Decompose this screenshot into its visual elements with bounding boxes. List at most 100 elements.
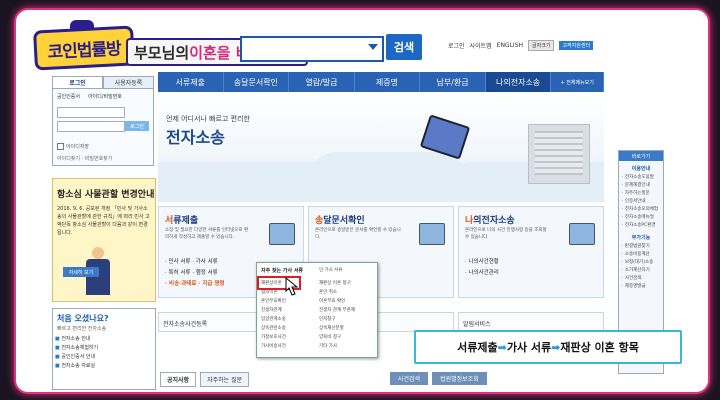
login-tabs: 로그인 사용자등록 xyxy=(52,76,154,89)
left-sidebar: 로그인 사용자등록 공인인증서 아이디/비밀번호 로그인 아이디저장 아이디찾기… xyxy=(52,76,156,390)
main-nav: 서류제출 송달문서확인 열람/발급 제증명 납부/환급 나의전자소송 + 전체메… xyxy=(158,72,605,92)
top-link-sitemap[interactable]: 사이트맵 xyxy=(470,41,492,50)
card-my-case[interactable]: 나의전자소송 온라인으로 나의 사건 진행사항 등을 조회할 수 있습니다. ·… xyxy=(458,206,604,298)
nav-item-view[interactable]: 열람/발급 xyxy=(289,72,355,92)
card-title: 서류제출 xyxy=(165,216,199,226)
nav-more[interactable]: + 전체메뉴보기 xyxy=(551,72,605,92)
secondary-bar: 전자소송사건등록 알림서비스 xyxy=(158,312,604,332)
find-links[interactable]: 아이디찾기 · 비밀번호찾기 xyxy=(57,155,112,162)
support-center-button[interactable]: 고객지원센터 xyxy=(559,41,594,50)
top-link-english[interactable]: ENGLISH xyxy=(497,42,523,49)
notice-title: 항소심 사물관할 변경안내 xyxy=(57,190,155,200)
nav-item-certificate[interactable]: 제증명 xyxy=(355,72,421,92)
case-search-button[interactable]: 사건검색 xyxy=(390,372,429,385)
quick-item[interactable]: 제증명발급 xyxy=(622,283,663,291)
card-link-row[interactable]: · 나의사건현황 xyxy=(465,257,499,268)
popup-item[interactable]: 입양관계소송 xyxy=(261,315,286,324)
nav-item-delivery[interactable]: 송달문서확인 xyxy=(224,72,290,92)
nav-item-my[interactable]: 나의전자소송 xyxy=(485,72,552,92)
popup-item[interactable]: 상속관련소송 xyxy=(261,324,286,333)
help-item[interactable]: 전자소송 안내 xyxy=(55,335,98,344)
quick-item[interactable]: 전자소송메뉴얼 xyxy=(622,214,663,222)
popup-item[interactable]: 혼인무효확인 xyxy=(261,297,286,306)
popup-header-2: 민·가사 서류 xyxy=(319,268,343,273)
tab-notice[interactable]: 공지사항 xyxy=(160,372,197,387)
tab-faq[interactable]: 자주하는 질문 xyxy=(200,372,250,387)
hero-banner: 언제 어디서나 빠르고 편리한 전자소송 xyxy=(158,92,604,202)
caption-part: 가사 서류 xyxy=(506,341,552,354)
quick-item[interactable]: 판결법원찾기 xyxy=(622,243,663,251)
popup-item[interactable]: 이혼무효 확인 xyxy=(319,297,355,306)
card-title: 송달문서확인 xyxy=(315,216,365,226)
help-title: 처음 오셨나요? xyxy=(57,314,109,323)
help-item[interactable]: 전자소송 자료실 xyxy=(55,362,98,371)
password-field[interactable] xyxy=(57,121,125,132)
popup-item[interactable]: 가사비송사건 xyxy=(261,342,286,351)
tab-login[interactable]: 로그인 xyxy=(52,76,103,89)
quick-section: 이용안내 xyxy=(631,166,651,172)
login-button[interactable]: 로그인 xyxy=(125,121,149,131)
card-desc: 온라인으로 나의 사건 진행사항 등을 조회할 수 있습니다. xyxy=(465,228,547,240)
card-link-row[interactable]: · 특허 서류 · 행정 서류 xyxy=(165,268,224,279)
quick-item[interactable]: 사건검색 xyxy=(622,275,663,283)
quick-item[interactable]: 전자소송PC환경 xyxy=(622,222,663,230)
chevron-down-icon[interactable] xyxy=(368,44,378,50)
search-input[interactable] xyxy=(240,36,384,62)
tab-id-password[interactable]: 아이디/비밀번호 xyxy=(88,93,122,100)
popup-item[interactable]: 혼인 취소 xyxy=(319,288,355,297)
card-list: · 민사 서류 · 가사 서류 · 특허 서류 · 행정 서류 · 비송·과태료… xyxy=(165,257,224,290)
popup-item[interactable]: 양육비 청구 xyxy=(319,333,355,342)
quick-item[interactable]: 문제해결안내 xyxy=(622,182,663,190)
laptop-icon xyxy=(569,223,595,245)
checkbox-icon[interactable] xyxy=(57,143,64,150)
search-button[interactable]: 검색 xyxy=(386,34,422,60)
top-link-login[interactable]: 로그인 xyxy=(448,41,465,50)
card-link-row[interactable]: · 나의사건관리 xyxy=(465,268,499,279)
popup-item[interactable]: 인지청구 xyxy=(319,315,355,324)
card-link-row[interactable]: · 민사 서류 · 가사 서류 xyxy=(165,257,224,268)
caption-part: 재판상 이혼 항목 xyxy=(560,341,639,354)
arrow-icon: ➡ xyxy=(497,340,507,354)
show-logo: 코인법률방 xyxy=(33,20,135,71)
save-id-checkbox[interactable]: 아이디저장 xyxy=(57,143,89,150)
notice-banner[interactable]: 항소심 사물관할 변경안내 2016. 9. 6. 공포된 개정 「민사 및 가… xyxy=(52,178,156,302)
subtitle-pre: 부모님의 xyxy=(134,43,190,62)
nav-item-payment[interactable]: 납부/환급 xyxy=(420,72,486,92)
popup-header: 자주 찾는 가사 서류 xyxy=(261,268,304,274)
notice-text: 2016. 9. 6. 공포된 개정 「민사 및 가사소송의 사물관할에 관한 … xyxy=(57,206,150,236)
caption-part: 서류제출 xyxy=(457,341,498,354)
quick-item[interactable]: 보정(대기)소송 xyxy=(622,259,663,267)
quick-item[interactable]: 인증서안내 xyxy=(622,198,663,206)
popup-item[interactable]: 가정보호사건 xyxy=(261,333,286,342)
alert-service-box[interactable]: 알림서비스 xyxy=(458,312,604,332)
quick-item[interactable]: 소가계산하기 xyxy=(622,267,663,275)
quick-item[interactable]: 자주하는질문 xyxy=(622,190,663,198)
hero-title: 전자소송 xyxy=(166,128,225,147)
card-link-row[interactable]: · 비송·과태료 · 지급 명령 xyxy=(165,279,224,290)
popup-item[interactable]: 상속재산분할 xyxy=(319,324,355,333)
computer-icon xyxy=(269,223,295,245)
quick-item[interactable]: 전자소송도움말 xyxy=(622,174,663,182)
top-links: 로그인 사이트맵 ENGLISH 글자크기 고객지원센터 xyxy=(448,40,594,51)
court-building-icon xyxy=(528,124,590,184)
nav-item-submit[interactable]: 서류제출 xyxy=(158,72,224,92)
tab-certificate[interactable]: 공인인증서 xyxy=(57,93,80,100)
family-docs-popup: 자주 찾는 가사 서류 민·가사 서류 재판상이혼 협의이혼 혼인무효확인 친생… xyxy=(256,262,378,358)
popup-item[interactable]: 친생자 관계 부존재 xyxy=(319,306,355,315)
tab-register[interactable]: 사용자등록 xyxy=(103,76,154,89)
popup-col2: 재판상 이혼 청구 혼인 취소 이혼무효 확인 친생자 관계 부존재 인지청구 … xyxy=(319,279,355,351)
popup-item[interactable]: 재판상 이혼 청구 xyxy=(319,279,355,288)
help-item[interactable]: 전자소송체험하기 xyxy=(55,344,98,353)
help-item[interactable]: 공인인증서 안내 xyxy=(55,353,98,362)
popup-item[interactable]: 기타 가사 xyxy=(319,342,355,351)
card-desc: 소장 및 필요한 다양한 서류를 인터넷으로 편리하게 작성하고 제출할 수 있… xyxy=(165,228,249,240)
quick-item[interactable]: 전자소송모의체험 xyxy=(622,206,663,214)
font-size-button[interactable]: 글자크기 xyxy=(528,40,555,51)
login-method-tabs: 공인인증서 아이디/비밀번호 xyxy=(57,93,122,100)
id-field[interactable] xyxy=(57,107,125,118)
quick-item[interactable]: 소송비용계산 xyxy=(622,251,663,259)
cloud-shape xyxy=(308,152,468,202)
popup-item[interactable]: 친생자관계 xyxy=(261,306,286,315)
court-info-button[interactable]: 법원별정보조회 xyxy=(432,372,487,385)
notice-detail-button[interactable]: 자세히 보기 xyxy=(63,267,99,277)
